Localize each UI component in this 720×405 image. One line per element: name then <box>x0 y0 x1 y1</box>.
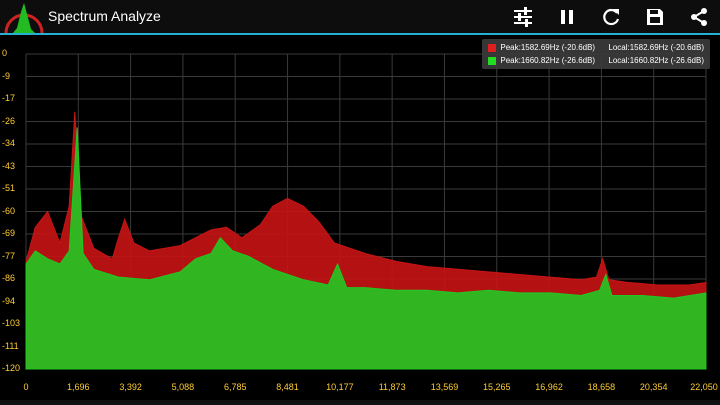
x-tick-label: 6,785 <box>223 382 247 392</box>
y-tick-label: -120 <box>2 363 21 373</box>
x-tick-label: 5,088 <box>171 382 195 392</box>
y-tick-label: -51 <box>2 183 16 193</box>
system-nav-bar <box>0 400 720 405</box>
legend-peak: Peak:1582.69Hz (-20.6dB) <box>500 43 596 52</box>
y-tick-label: -94 <box>2 295 16 306</box>
spectrum-chart[interactable] <box>0 36 720 405</box>
settings-button[interactable] <box>508 3 538 31</box>
legend-local: Local:1582.69Hz (-20.6dB) <box>608 43 704 52</box>
y-tick-label: -86 <box>2 273 16 283</box>
y-tick-label: -103 <box>2 318 21 328</box>
x-tick-label: 3,392 <box>119 382 142 392</box>
legend-row: Peak:1660.82Hz (-26.6dB) Local:1660.82Hz … <box>488 54 704 67</box>
y-tick-label: -111 <box>2 340 19 351</box>
peak-legend: Peak:1582.69Hz (-20.6dB) Local:1582.69Hz … <box>482 39 710 69</box>
x-tick-label: 10,177 <box>326 382 354 392</box>
share-icon <box>691 8 707 26</box>
refresh-button[interactable] <box>596 3 626 31</box>
x-tick-label: 16,962 <box>535 382 563 392</box>
x-tick-label: 1,696 <box>67 382 90 392</box>
y-tick-label: -69 <box>2 228 16 238</box>
app-bar: Spectrum Analyze <box>0 0 720 35</box>
app-logo-icon <box>4 3 44 34</box>
share-button[interactable] <box>684 3 714 31</box>
y-tick-label: -9 <box>2 70 11 81</box>
legend-swatch <box>488 56 497 65</box>
x-tick-label: 18,658 <box>587 382 616 392</box>
y-tick-label: -26 <box>2 115 16 126</box>
legend-swatch <box>488 43 497 52</box>
app-title: Spectrum Analyze <box>48 8 161 24</box>
x-tick-label: 8,481 <box>276 382 299 392</box>
pause-button[interactable] <box>552 3 582 31</box>
y-tick-label: 0 <box>2 48 8 58</box>
x-tick-label: 11,873 <box>378 382 406 392</box>
x-tick-label: 0 <box>23 382 29 392</box>
x-tick-label: 20,354 <box>639 382 668 392</box>
y-tick-label: -34 <box>2 138 16 148</box>
settings-sliders-icon <box>514 7 532 27</box>
y-tick-label: -43 <box>2 160 16 171</box>
refresh-icon <box>603 8 620 26</box>
y-tick-label: -17 <box>2 93 16 103</box>
legend-local: Local:1660.82Hz (-26.6dB) <box>608 56 704 65</box>
legend-peak: Peak:1660.82Hz (-26.6dB) <box>500 56 596 65</box>
pause-icon <box>561 10 573 24</box>
x-tick-label: 15,265 <box>483 382 511 392</box>
save-button[interactable] <box>640 3 670 31</box>
x-tick-label: 13,569 <box>430 382 459 392</box>
x-tick-label: 22,050 <box>690 382 718 392</box>
toolbar-actions <box>508 3 714 31</box>
spectrum-plot[interactable]: 0 -9 -17 -26 -34 -43 -51 -60 -69 -77 -86 -94 -103 -11… <box>0 36 720 405</box>
save-icon <box>647 9 663 25</box>
legend-row: Peak:1582.69Hz (-20.6dB) Local:1582.69Hz … <box>488 41 704 54</box>
y-tick-label: -77 <box>2 250 16 261</box>
y-tick-label: -60 <box>2 205 16 216</box>
